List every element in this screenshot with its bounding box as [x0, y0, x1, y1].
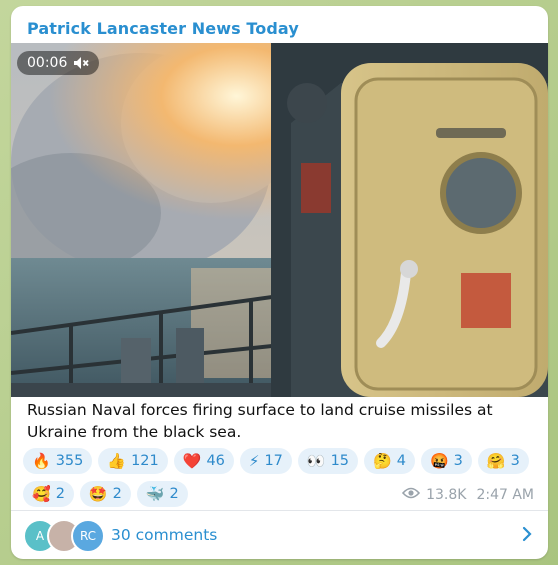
comments-label: 30 comments: [111, 526, 218, 544]
reaction-emoji: 🤩: [88, 484, 108, 503]
reaction-count: 2: [112, 486, 122, 502]
reaction-emoji: 🤗: [486, 451, 506, 470]
reaction-count: 355: [55, 453, 84, 469]
reaction-emoji: ⚡: [248, 451, 260, 470]
video-timer: 00:06: [17, 51, 100, 75]
reaction-button[interactable]: ⚡ 17: [239, 448, 292, 474]
speaker-muted-icon[interactable]: [73, 56, 90, 70]
reaction-button[interactable]: 🤩 2: [79, 481, 131, 507]
reaction-count: 121: [131, 453, 159, 469]
video-frame: [11, 43, 548, 397]
video-player[interactable]: 00:06: [11, 43, 548, 397]
reaction-button[interactable]: 🤗 3: [477, 448, 529, 474]
reaction-emoji: 👍: [107, 451, 127, 470]
post-caption: Russian Naval forces firing surface to l…: [27, 401, 493, 441]
reaction-button[interactable]: 👀 15: [297, 448, 359, 474]
reaction-emoji: 🤔: [373, 451, 392, 470]
chevron-right-icon: [522, 526, 532, 546]
reaction-button[interactable]: 🤬 3: [420, 448, 472, 474]
reaction-count: 3: [510, 453, 520, 469]
reaction-emoji: 🤬: [429, 451, 449, 470]
reaction-count: 2: [169, 486, 179, 502]
reaction-emoji: 🐳: [145, 484, 165, 503]
reaction-button[interactable]: 🔥 355: [23, 448, 93, 474]
reaction-button[interactable]: 🤔 4: [364, 448, 415, 474]
reaction-count: 46: [206, 453, 225, 469]
post-meta: 13.8K 2:47 AM: [402, 487, 534, 503]
reaction-button[interactable]: 🥰 2: [23, 481, 74, 507]
commenter-avatars: A RC: [23, 519, 113, 553]
reaction-emoji: 🔥: [32, 451, 51, 470]
view-count: 13.8K: [426, 487, 467, 503]
channel-post: Patrick Lancaster News Today 00:06 Russi…: [11, 6, 548, 559]
avatar: RC: [71, 519, 105, 553]
comments-button[interactable]: A RC 30 comments: [11, 511, 548, 559]
post-time: 2:47 AM: [476, 487, 534, 503]
reaction-count: 4: [396, 453, 406, 469]
reaction-button[interactable]: 🐳 2: [136, 481, 188, 507]
video-timer-text: 00:06: [27, 55, 68, 71]
reaction-emoji: ❤️: [182, 451, 202, 470]
eye-icon: [402, 487, 421, 503]
reaction-emoji: 👀: [306, 451, 326, 470]
reaction-button[interactable]: ❤️ 46: [173, 448, 234, 474]
channel-name[interactable]: Patrick Lancaster News Today: [27, 19, 299, 38]
reaction-count: 17: [264, 453, 283, 469]
reaction-emoji: 🥰: [32, 484, 51, 503]
reaction-count: 15: [330, 453, 350, 469]
reaction-count: 2: [55, 486, 65, 502]
reaction-count: 3: [453, 453, 463, 469]
reaction-button[interactable]: 👍 121: [98, 448, 168, 474]
